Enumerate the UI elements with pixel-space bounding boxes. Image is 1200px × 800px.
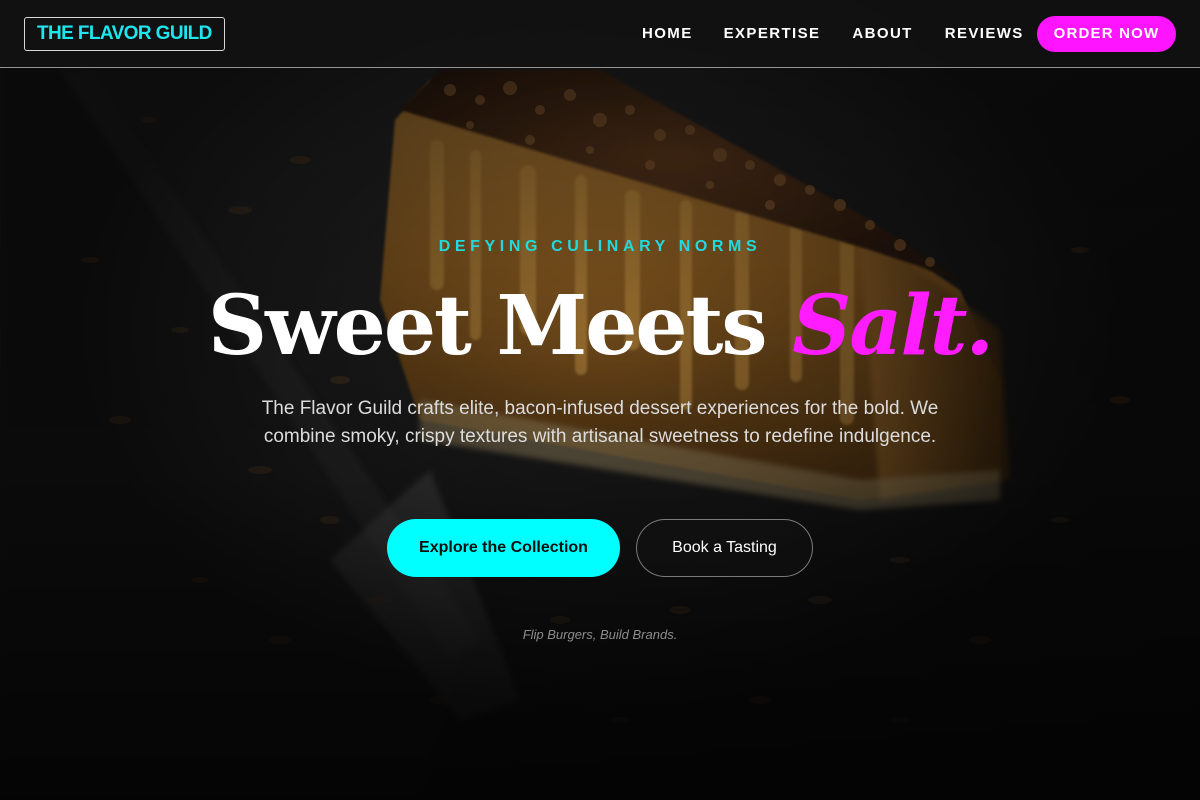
order-now-button[interactable]: ORDER NOW (1037, 16, 1176, 52)
headline-accent: Salt. (792, 278, 994, 374)
hero-tagline: Flip Burgers, Build Brands. (522, 627, 678, 642)
landing-page: THE FLAVOR GUILD HOME EXPERTISE ABOUT RE… (0, 0, 1200, 800)
headline-main: Sweet Meets (207, 278, 768, 374)
nav-link-reviews[interactable]: REVIEWS (945, 24, 1024, 44)
main-nav: HOME EXPERTISE ABOUT REVIEWS (642, 24, 1024, 44)
brand-logo[interactable]: THE FLAVOR GUILD (24, 17, 225, 51)
book-tasting-button[interactable]: Book a Tasting (636, 519, 813, 577)
top-navbar: THE FLAVOR GUILD HOME EXPERTISE ABOUT RE… (0, 0, 1200, 68)
hero-description: The Flavor Guild crafts elite, bacon-inf… (261, 398, 939, 447)
hero-eyebrow: DEFYING CULINARY NORMS (438, 238, 762, 255)
nav-link-home[interactable]: HOME (642, 24, 693, 44)
nav-link-about[interactable]: ABOUT (852, 24, 912, 44)
nav-link-expertise[interactable]: EXPERTISE (724, 24, 821, 44)
hero-headline: Sweet Meets Salt. (0, 276, 1200, 376)
explore-collection-button[interactable]: Explore the Collection (387, 519, 620, 577)
